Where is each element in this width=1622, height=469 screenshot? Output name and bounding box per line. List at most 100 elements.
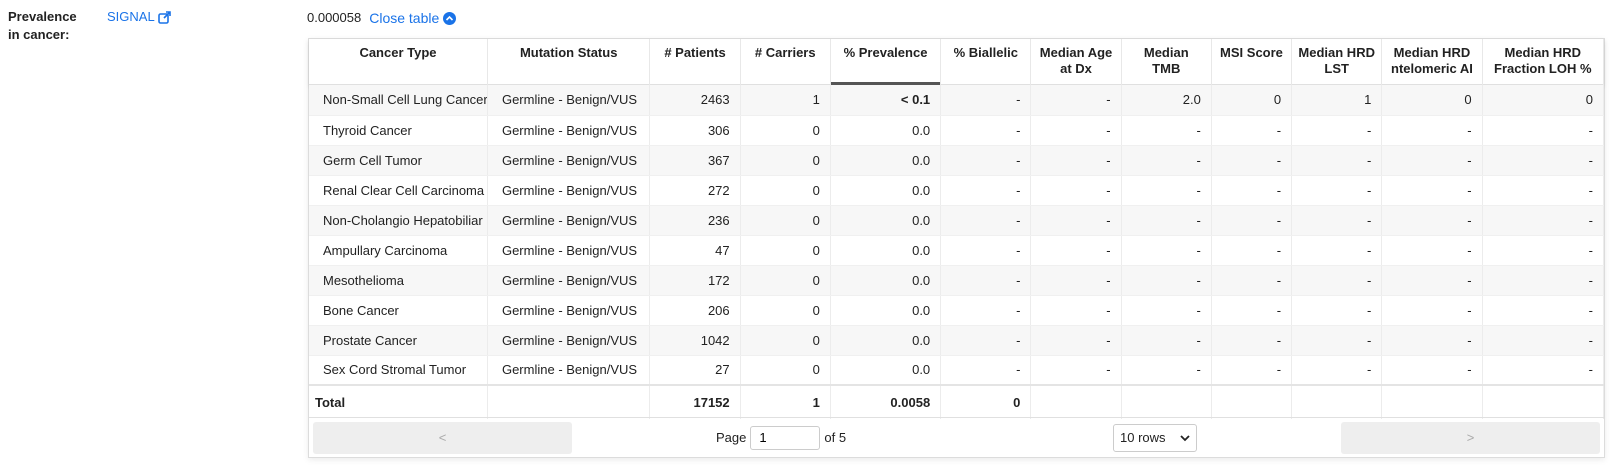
table-cell: 27 [649, 355, 741, 386]
table-cell: 0 [740, 295, 831, 326]
table-cell: Germline - Benign/VUS [487, 265, 651, 296]
table-cell: - [1030, 295, 1122, 326]
column-header[interactable]: Median Age at Dx [1030, 39, 1122, 85]
table-cell: Germline - Benign/VUS [487, 355, 651, 386]
previous-page-button[interactable]: < [313, 421, 572, 454]
signal-link[interactable]: SIGNAL [107, 8, 171, 26]
table-cell: - [1211, 145, 1293, 176]
close-table-link[interactable]: Close table [369, 9, 457, 27]
table-cell: - [1482, 235, 1605, 266]
column-header-label: MSI Score [1220, 45, 1283, 60]
table-cell: - [1121, 205, 1212, 236]
table-cell: Germline - Benign/VUS [487, 205, 651, 236]
table-cell: 0.0 [830, 145, 942, 176]
total-cell [1030, 384, 1122, 419]
table-cell: - [1291, 265, 1383, 296]
table-cell: Germline - Benign/VUS [487, 325, 651, 356]
table-cell: - [1381, 265, 1483, 296]
table-cell: - [1291, 205, 1383, 236]
table-body: Non-Small Cell Lung Cancer Germline - Ben… [309, 85, 1605, 386]
total-cell [1121, 384, 1212, 419]
table-cell: 0 [740, 235, 831, 266]
pagination-center: Page of 5 10 rows [576, 423, 1337, 452]
table-row: Renal Clear Cell Carcinoma Germline - Ben… [309, 175, 1605, 206]
table-cell: Sex Cord Stromal Tumor [309, 355, 488, 386]
table-cell: - [1381, 115, 1483, 146]
table-cell: - [1030, 205, 1122, 236]
table-cell: - [1291, 325, 1383, 356]
page-number-input[interactable] [750, 425, 821, 450]
table-cell: 0.0 [830, 205, 942, 236]
column-header-label: TMB [1152, 61, 1181, 76]
column-header[interactable]: MSI Score [1211, 39, 1293, 85]
table-cell: - [1121, 115, 1212, 146]
table-row: Non-Cholangio Hepatobiliar Germline - Ben… [309, 205, 1605, 236]
table-cell: - [940, 205, 1032, 236]
table-row: Bone Cancer Germline - Benign/VUS 206 0 0.0-… [309, 295, 1605, 326]
rows-per-page-value: 10 rows [1120, 430, 1166, 445]
table-cell: - [940, 265, 1032, 296]
table-cell: 0 [1211, 85, 1293, 116]
table-header-row: Cancer Type Mutation Status # Patients # Ca… [309, 39, 1605, 85]
column-header[interactable]: # Carriers [740, 39, 831, 85]
table-cell: - [1211, 355, 1293, 386]
table-cell: 0.0 [830, 295, 942, 326]
table-cell: - [1482, 205, 1605, 236]
total-cell [1381, 384, 1483, 419]
table-cell: - [940, 175, 1032, 206]
table-cell: 0 [1482, 85, 1605, 116]
table-cell: - [1211, 205, 1293, 236]
chevron-down-icon [1180, 430, 1190, 445]
table-cell: - [1121, 295, 1212, 326]
page-total-label: of 5 [824, 430, 847, 445]
column-header[interactable]: Median TMB [1121, 39, 1212, 85]
table-cell: - [1381, 205, 1483, 236]
column-header-label: Median [1143, 45, 1189, 60]
column-header-label: Mutation Status [519, 45, 618, 60]
column-header-label: Median HRD [1393, 45, 1471, 60]
column-header[interactable]: % Biallelic [940, 39, 1032, 85]
table-cell: 2.0 [1121, 85, 1212, 116]
column-header[interactable]: % Prevalence [830, 39, 942, 85]
table-cell: - [1381, 295, 1483, 326]
table-cell: - [1291, 235, 1383, 266]
table-cell: - [1381, 355, 1483, 386]
table-cell: 0.0 [830, 115, 942, 146]
column-header[interactable]: Median HRD ntelomeric AI [1381, 39, 1483, 85]
table-cell: - [1030, 115, 1122, 146]
table-cell: 367 [649, 145, 741, 176]
table-cell: - [940, 295, 1032, 326]
column-header[interactable]: Median HRD Fraction LOH % [1482, 39, 1605, 85]
column-header[interactable]: Median HRD LST [1291, 39, 1383, 85]
table-cell: - [1211, 325, 1293, 356]
table-cell: - [940, 235, 1032, 266]
table-cell: Bone Cancer [309, 295, 488, 326]
column-header-label: % Prevalence [843, 45, 928, 60]
table-row: Prostate Cancer Germline - Benign/VUS 1042… [309, 325, 1605, 356]
summary-value: 0.000058 [307, 10, 362, 25]
external-link-icon [157, 10, 171, 24]
column-header-label: % Biallelic [953, 45, 1018, 60]
column-header[interactable]: # Patients [649, 39, 741, 85]
table-row: Germ Cell Tumor Germline - Benign/VUS 367 0… [309, 145, 1605, 176]
table-cell: 0 [740, 355, 831, 386]
table-cell: 1042 [649, 325, 741, 356]
table-cell: Renal Clear Cell Carcinoma [309, 175, 488, 206]
table-row: Ampullary Carcinoma Germline - Benign/VUS… [309, 235, 1605, 266]
column-header[interactable]: Mutation Status [487, 39, 651, 85]
total-cell [1211, 384, 1293, 419]
next-page-button[interactable]: > [1341, 421, 1600, 454]
table-cell: - [1211, 115, 1293, 146]
table-cell: Non-Small Cell Lung Cancer [309, 85, 488, 116]
table-cell: - [1482, 175, 1605, 206]
table-cell: - [1030, 265, 1122, 296]
close-table-label: Close table [369, 10, 440, 26]
table-cell: 0.0 [830, 265, 942, 296]
table-cell: - [940, 115, 1032, 146]
column-header[interactable]: Cancer Type [309, 39, 488, 85]
table-cell: 172 [649, 265, 741, 296]
rows-per-page-select[interactable]: 10 rows [1113, 423, 1197, 452]
prevalence-table-container: Cancer Type Mutation Status # Patients # Ca… [308, 38, 1605, 458]
prevalence-label: Prevalence in cancer: [8, 8, 98, 44]
table-cell: Prostate Cancer [309, 325, 488, 356]
